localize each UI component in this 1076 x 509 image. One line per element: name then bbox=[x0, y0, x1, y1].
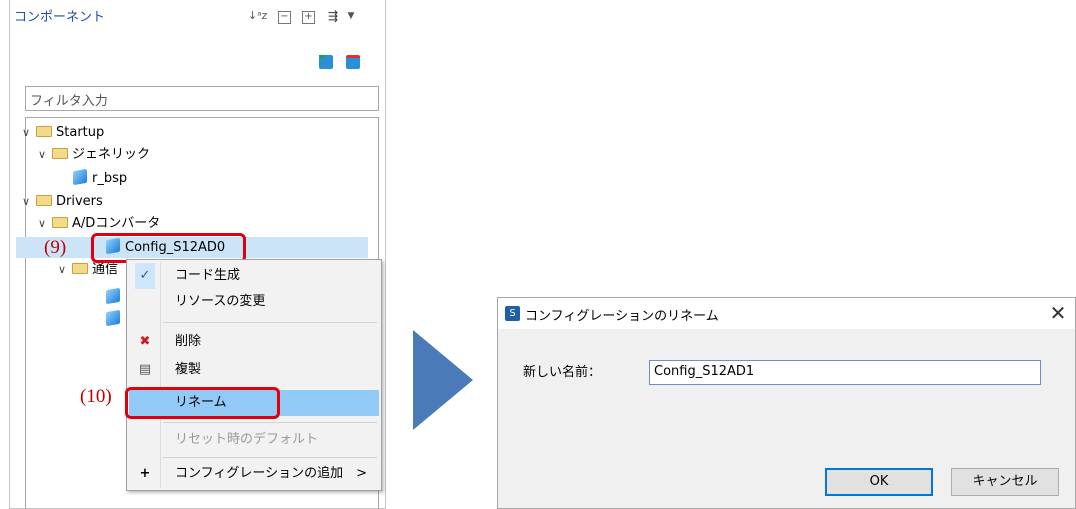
add-component-icon[interactable] bbox=[319, 53, 333, 69]
tree-node-label: A/Dコンバータ bbox=[72, 216, 161, 231]
chevron-down-icon[interactable]: ∨ bbox=[58, 260, 70, 280]
folder-open-icon bbox=[52, 148, 68, 159]
remove-component-icon[interactable] bbox=[346, 55, 360, 69]
new-name-input[interactable]: Config_S12AD1 bbox=[649, 360, 1041, 385]
chevron-down-icon[interactable]: ▼ bbox=[343, 8, 359, 24]
tree-node-label: 通信 bbox=[92, 262, 119, 277]
context-menu: ✓ コード生成 リソースの変更 ✖ 削除 ▤ 複製 リネーム リセット時のデフォ… bbox=[126, 259, 382, 491]
folder-open-icon bbox=[36, 195, 52, 206]
menu-item-generate-code[interactable]: ✓ コード生成 bbox=[129, 263, 379, 289]
step-10-label: (10) bbox=[80, 386, 112, 407]
tree-node-generic[interactable]: ∨ ジェネリック bbox=[38, 145, 150, 165]
menu-item-reset-default: リセット時のデフォルト bbox=[129, 427, 379, 453]
view-menu-icon[interactable]: ⇶ bbox=[325, 8, 341, 24]
component-icon[interactable] bbox=[106, 287, 120, 305]
menu-item-add-configuration[interactable]: + コンフィグレーションの追加 > bbox=[129, 461, 379, 487]
component-icon[interactable] bbox=[106, 309, 120, 327]
dialog-titlebar: S コンフィグレーションのリネーム ✕ bbox=[498, 298, 1075, 329]
step-9-label: (9) bbox=[44, 237, 67, 258]
expand-all-icon[interactable]: + bbox=[302, 11, 315, 24]
menu-item-label: 複製 bbox=[175, 362, 202, 377]
menu-item-label: コンフィグレーションの追加 bbox=[175, 466, 344, 481]
check-icon: ✓ bbox=[135, 263, 155, 289]
menu-item-label: 削除 bbox=[175, 334, 202, 349]
menu-item-label: リソースの変更 bbox=[175, 294, 266, 309]
chevron-down-icon[interactable]: ∨ bbox=[38, 214, 50, 234]
tree-node-label: r_bsp bbox=[92, 171, 128, 186]
plus-icon: + bbox=[139, 466, 151, 481]
ok-button[interactable]: OK bbox=[825, 468, 933, 496]
sort-az-icon[interactable]: ↓ᵃz bbox=[248, 8, 267, 24]
folder-open-icon bbox=[36, 126, 52, 137]
tree-node-label: ジェネリック bbox=[72, 147, 151, 162]
component-icon bbox=[73, 168, 87, 186]
tree-node-startup[interactable]: ∨ Startup bbox=[22, 123, 104, 143]
tree-node-label: Drivers bbox=[56, 194, 103, 209]
chevron-down-icon[interactable]: ∨ bbox=[22, 123, 34, 143]
panel-header: コンポーネント ↓ᵃz − + ⇶ ▼ bbox=[10, 0, 385, 34]
right-arrow-icon bbox=[413, 330, 473, 430]
cancel-button[interactable]: キャンセル bbox=[951, 468, 1059, 496]
tree-node-ad-converter[interactable]: ∨ A/Dコンバータ bbox=[38, 214, 160, 234]
collapse-all-icon[interactable]: − bbox=[278, 11, 291, 24]
chevron-down-icon[interactable]: ∨ bbox=[22, 192, 34, 212]
tree-node-label: Startup bbox=[56, 125, 105, 140]
menu-separator bbox=[163, 322, 377, 323]
panel-title: コンポーネント bbox=[14, 10, 106, 25]
chevron-down-icon[interactable]: ∨ bbox=[38, 145, 50, 165]
menu-item-duplicate[interactable]: ▤ 複製 bbox=[129, 357, 379, 383]
dialog-title: コンフィグレーションのリネーム bbox=[525, 309, 719, 324]
delete-icon: ✖ bbox=[139, 334, 151, 349]
tree-node-drivers[interactable]: ∨ Drivers bbox=[22, 192, 103, 212]
menu-separator bbox=[163, 422, 377, 423]
tree-node-communication[interactable]: ∨ 通信 bbox=[58, 260, 118, 280]
filter-input[interactable]: フィルタ入力 bbox=[25, 86, 379, 111]
menu-item-label: コード生成 bbox=[175, 268, 241, 283]
menu-item-delete[interactable]: ✖ 削除 bbox=[129, 329, 379, 355]
tree-node-r-bsp[interactable]: r_bsp bbox=[73, 168, 128, 189]
app-icon: S bbox=[505, 306, 520, 321]
folder-open-icon bbox=[72, 263, 88, 274]
folder-open-icon bbox=[52, 217, 68, 228]
menu-separator bbox=[163, 457, 377, 458]
close-icon[interactable]: ✕ bbox=[1045, 300, 1071, 326]
highlight-box-rename bbox=[125, 387, 280, 419]
menu-item-change-resource[interactable]: リソースの変更 bbox=[129, 289, 379, 315]
duplicate-icon: ▤ bbox=[138, 362, 152, 377]
menu-item-label: リセット時のデフォルト bbox=[175, 432, 319, 447]
rename-dialog: S コンフィグレーションのリネーム ✕ 新しい名前： Config_S12AD1… bbox=[497, 297, 1076, 509]
submenu-arrow-icon: > bbox=[356, 466, 367, 481]
new-name-label: 新しい名前： bbox=[523, 365, 602, 380]
